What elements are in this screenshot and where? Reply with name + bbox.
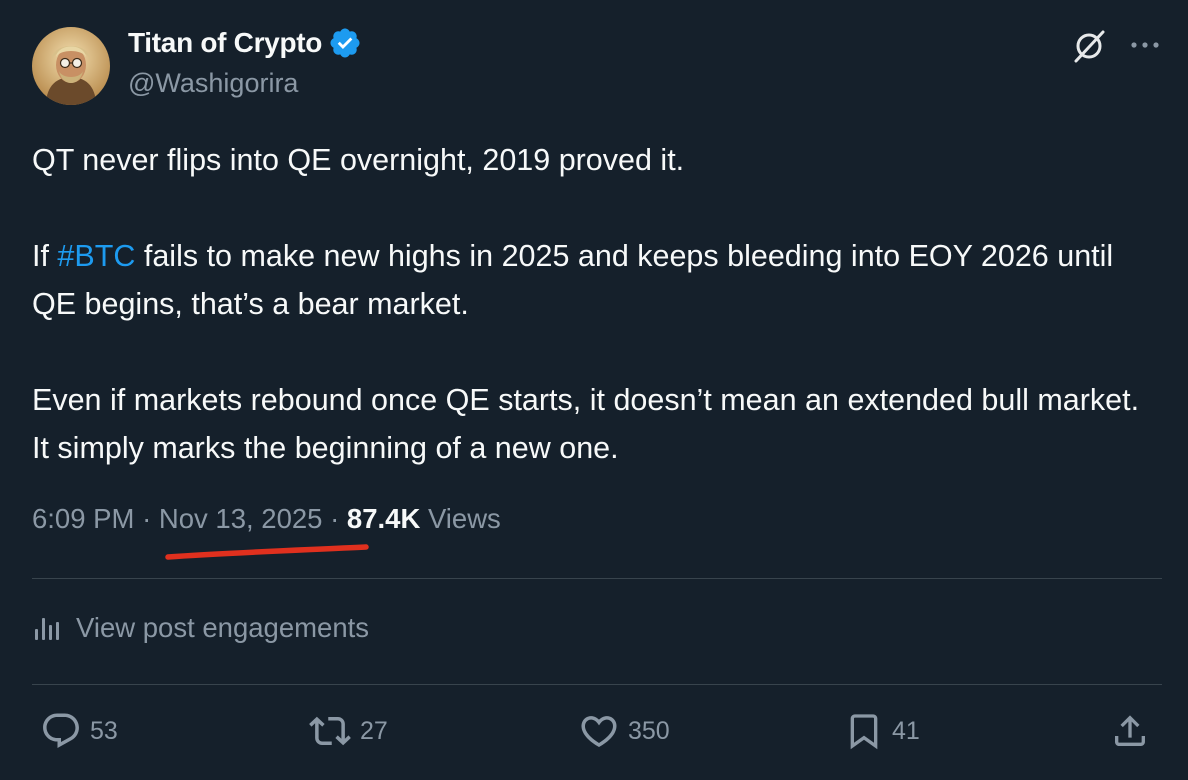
tweet-paragraph-2: If #BTC fails to make new highs in 2025 … [32, 232, 1152, 328]
views-count: 87.4K [346, 503, 421, 534]
verified-badge-icon[interactable] [328, 26, 362, 60]
grok-icon[interactable] [1068, 25, 1110, 67]
repost-icon [309, 716, 351, 746]
reply-icon [43, 713, 79, 748]
post-date[interactable]: Nov 13, 2025 [159, 503, 323, 534]
bookmark-button[interactable]: 41 [844, 710, 920, 752]
repost-count: 27 [360, 716, 388, 745]
tweet-paragraph-3: Even if markets rebound once QE starts, … [32, 383, 1140, 465]
repost-button[interactable]: 27 [308, 710, 388, 752]
share-icon [1115, 715, 1145, 746]
meta-separator: · [142, 503, 152, 534]
tweet-paragraph-1: QT never flips into QE overnight, 2019 p… [32, 143, 685, 177]
like-button[interactable]: 350 [578, 710, 670, 752]
more-options-icon[interactable] [1128, 30, 1162, 60]
view-post-engagements-label[interactable]: View post engagements [76, 612, 369, 644]
bookmark-count: 41 [892, 716, 920, 745]
tweet-text: QT never flips into QE overnight, 2019 p… [32, 136, 1152, 472]
analytics-icon [35, 618, 59, 640]
meta-separator: · [330, 503, 340, 534]
tweet-card: Titan of Crypto @Washigorira QT never fl… [0, 0, 1188, 780]
post-time[interactable]: 6:09 PM [32, 503, 134, 534]
like-count: 350 [628, 716, 670, 745]
tweet-paragraph-2-rest: fails to make new highs in 2025 and keep… [32, 239, 1114, 321]
author-handle[interactable]: @Washigorira [128, 68, 298, 99]
bookmark-icon [850, 714, 878, 750]
divider [32, 578, 1162, 579]
reply-button[interactable]: 53 [40, 710, 118, 752]
tweet-paragraph-2-lead: If [32, 239, 58, 273]
author-display-name[interactable]: Titan of Crypto [128, 27, 322, 59]
author-name[interactable]: Titan of Crypto [128, 26, 362, 60]
avatar[interactable] [32, 27, 110, 105]
hashtag-link[interactable]: #BTC [57, 239, 135, 273]
tweet-meta: 6:09 PM · Nov 13, 2025 · 87.4K Views [32, 503, 501, 535]
view-post-engagements-link[interactable]: View post engagements [32, 612, 369, 644]
views-label: Views [427, 503, 501, 534]
share-button[interactable] [1110, 710, 1150, 752]
reply-count: 53 [90, 716, 118, 745]
heart-icon [581, 716, 617, 748]
divider [32, 684, 1162, 685]
red-underline-annotation [165, 544, 369, 560]
